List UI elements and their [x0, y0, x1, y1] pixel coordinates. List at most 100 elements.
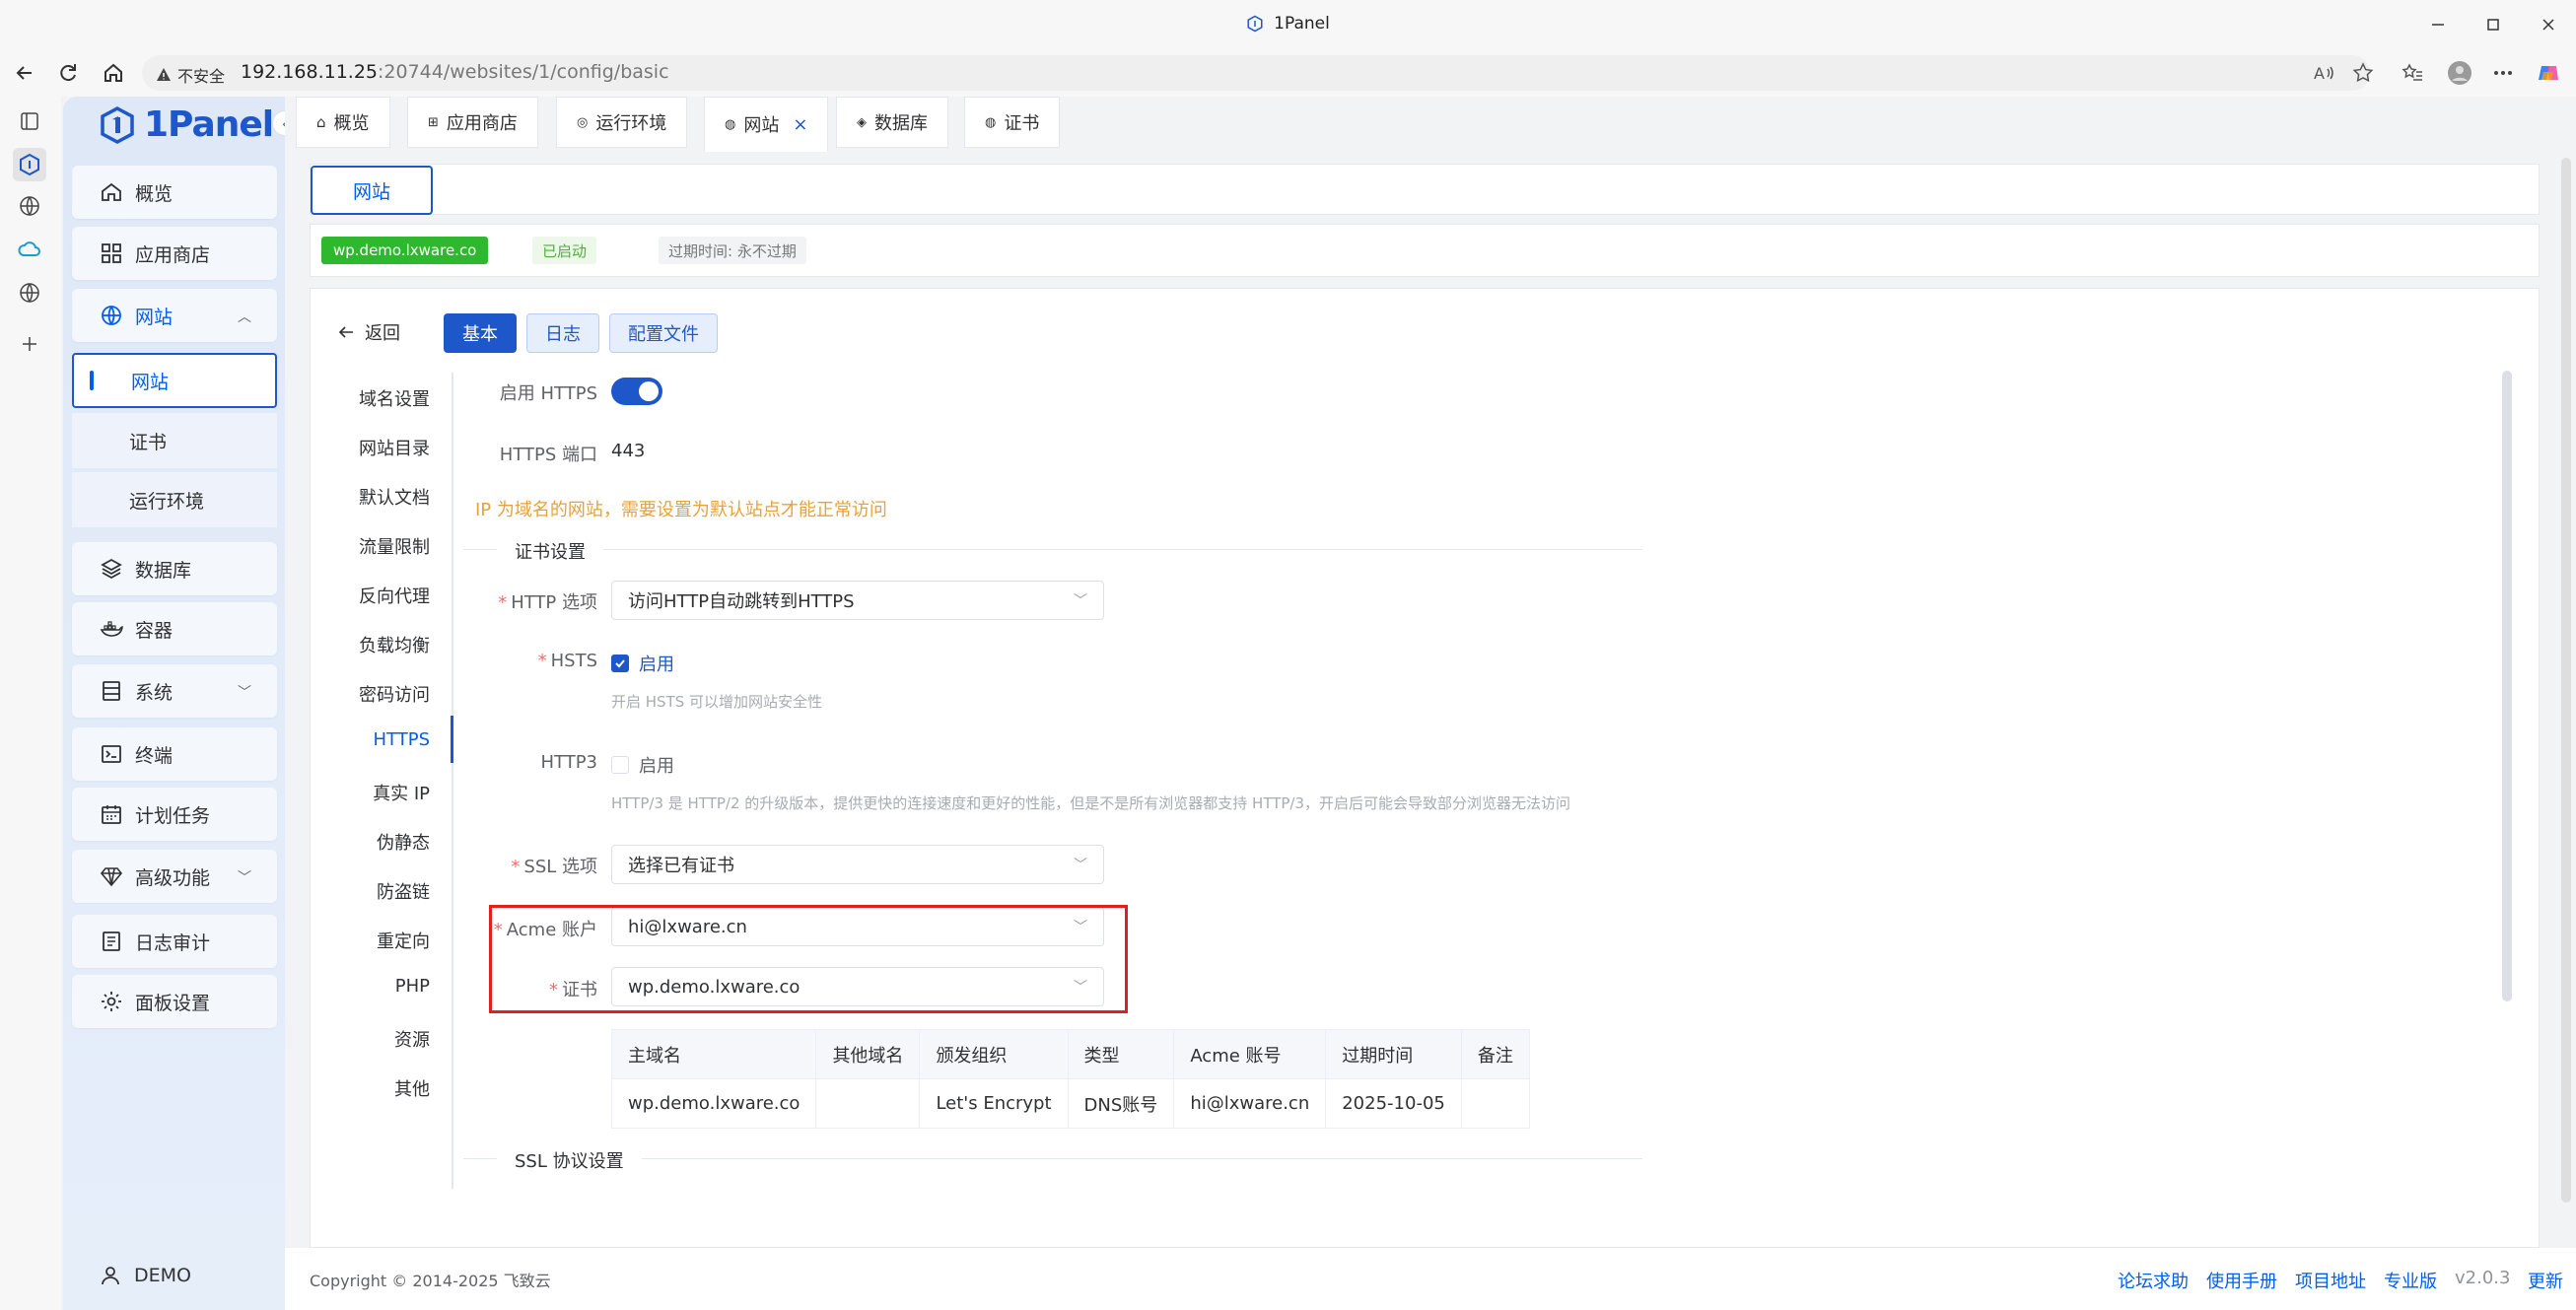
- arrow-left-icon: [338, 326, 353, 338]
- content-scrollbar[interactable]: [2502, 371, 2512, 1001]
- back-arrow-icon[interactable]: [12, 60, 37, 86]
- site-header-tab[interactable]: 网站: [311, 166, 433, 215]
- sidebar-item-website[interactable]: 网站 ︿: [72, 289, 277, 342]
- footer-link-forum[interactable]: 论坛求助: [2118, 1268, 2189, 1293]
- http-option-select[interactable]: 访问HTTP自动跳转到HTTPS ﹀: [611, 581, 1104, 620]
- highlight-box: [489, 905, 1128, 1013]
- log-icon: [103, 931, 120, 951]
- menu-resource[interactable]: 资源: [331, 1026, 430, 1052]
- more-options-icon[interactable]: [2490, 60, 2516, 86]
- sidebar-item-terminal[interactable]: 终端: [72, 727, 277, 781]
- new-tab-plus-icon[interactable]: [17, 331, 42, 357]
- chevron-up-icon: ︿: [238, 310, 251, 325]
- 1panel-tab-icon[interactable]: [13, 148, 46, 181]
- sidebar-item-cron[interactable]: 计划任务: [72, 788, 277, 841]
- menu-default-doc[interactable]: 默认文档: [331, 484, 430, 510]
- tab-appstore[interactable]: ⊞ 应用商店: [407, 97, 538, 148]
- menu-https[interactable]: HTTPS: [331, 729, 431, 750]
- chevron-down-icon: ﹀: [1074, 858, 1087, 873]
- tab-runtime[interactable]: ◎ 运行环境: [556, 97, 688, 148]
- cloud-tab-icon[interactable]: [17, 237, 42, 262]
- sidebar-item-settings[interactable]: 面板设置: [72, 975, 277, 1028]
- ssl-option-select[interactable]: 选择已有证书 ﹀: [611, 845, 1104, 884]
- browser-vertical-bar: [0, 97, 61, 1310]
- https-port-label: HTTPS 端口: [499, 445, 597, 465]
- favorite-star-icon[interactable]: [2350, 60, 2376, 86]
- checkbox-empty-icon: [611, 756, 629, 774]
- col-type: 类型: [1067, 1029, 1175, 1079]
- menu-other[interactable]: 其他: [331, 1075, 430, 1101]
- reload-icon[interactable]: [55, 60, 81, 86]
- sidebar-sub-website[interactable]: 网站: [72, 353, 277, 408]
- terminal-icon: [102, 745, 121, 763]
- site-info-card: [310, 224, 2540, 277]
- checkbox-checked-icon: [611, 655, 629, 672]
- menu-rewrite[interactable]: 伪静态: [331, 829, 430, 855]
- sidebar-item-system[interactable]: 系统 ﹀: [72, 664, 277, 718]
- diamond-icon: [100, 867, 123, 887]
- enable-https-switch[interactable]: [611, 378, 662, 405]
- tab-panel-icon[interactable]: [17, 108, 42, 134]
- tab-website[interactable]: ◍ 网站 ×: [704, 97, 829, 152]
- http3-checkbox[interactable]: 启用: [611, 752, 674, 778]
- cell-issuer: Let's Encrypt: [919, 1078, 1069, 1129]
- chevron-down-icon: ﹀: [238, 685, 251, 701]
- update-link[interactable]: 更新: [2528, 1268, 2563, 1293]
- hsts-checkbox[interactable]: 启用: [611, 651, 674, 676]
- app-logo[interactable]: 1Panel: [101, 104, 274, 145]
- log-button[interactable]: 日志: [526, 313, 599, 353]
- enable-https-label: 启用 HTTPS: [499, 383, 597, 404]
- 1panel-logo-icon: [101, 105, 134, 144]
- basic-button[interactable]: 基本: [444, 313, 517, 353]
- favorites-list-icon[interactable]: [2400, 60, 2425, 86]
- close-window-icon[interactable]: [2536, 12, 2561, 37]
- page-scrollbar[interactable]: [2561, 158, 2571, 1203]
- globe-tab-icon-2[interactable]: [17, 280, 42, 306]
- domain-tag[interactable]: wp.demo.lxware.co: [321, 237, 489, 264]
- footer-link-project[interactable]: 项目地址: [2295, 1268, 2366, 1293]
- sidebar-item-appstore[interactable]: 应用商店: [72, 227, 277, 280]
- footer-link-manual[interactable]: 使用手册: [2206, 1268, 2277, 1293]
- home-browser-icon[interactable]: [101, 60, 126, 86]
- menu-rate-limit[interactable]: 流量限制: [331, 533, 430, 559]
- read-aloud-icon[interactable]: A: [2311, 60, 2336, 86]
- minimize-icon[interactable]: [2425, 12, 2451, 37]
- sidebar-item-container[interactable]: 容器: [72, 602, 277, 655]
- tab-overview[interactable]: ⌂ 概览: [296, 97, 390, 148]
- globe-tab-icon[interactable]: [17, 193, 42, 219]
- tab-certificate[interactable]: ◍ 证书: [964, 97, 1061, 148]
- maximize-icon[interactable]: [2480, 12, 2506, 37]
- grid-icon: [102, 243, 121, 263]
- cell-type: DNS账号: [1067, 1078, 1175, 1129]
- database-icon: ◈: [857, 114, 867, 130]
- user-menu[interactable]: DEMO: [99, 1264, 191, 1287]
- http-option-label: * HTTP 选项: [498, 592, 597, 613]
- sidebar-sub-certificate[interactable]: 证书: [72, 413, 277, 468]
- profile-avatar-icon[interactable]: [2447, 60, 2472, 86]
- col-other-domain: 其他域名: [815, 1029, 921, 1079]
- config-file-button[interactable]: 配置文件: [609, 313, 718, 353]
- sidebar-item-database[interactable]: 数据库: [72, 542, 277, 595]
- col-expire: 过期时间: [1325, 1029, 1462, 1079]
- cell-other-domain: [815, 1078, 921, 1129]
- col-acme-account: Acme 账号: [1173, 1029, 1327, 1079]
- sidebar-item-overview[interactable]: 概览: [72, 166, 277, 219]
- menu-real-ip[interactable]: 真实 IP: [331, 780, 430, 805]
- svg-text:A: A: [2314, 64, 2325, 83]
- security-warning[interactable]: 不安全: [156, 63, 225, 87]
- back-button[interactable]: 返回: [337, 319, 400, 345]
- url-text[interactable]: 192.168.11.25:20744/websites/1/config/ba…: [241, 61, 669, 83]
- menu-hotlink[interactable]: 防盗链: [331, 878, 430, 904]
- sidebar-sub-runtime[interactable]: 运行环境: [72, 472, 277, 527]
- sidebar-item-audit[interactable]: 日志审计: [72, 915, 277, 968]
- tab-close-icon[interactable]: ×: [793, 114, 807, 135]
- warning-icon: [157, 68, 171, 81]
- user-icon: [102, 1267, 119, 1285]
- ssl-protocol-title: SSL 协议设置: [497, 1147, 642, 1173]
- footer-link-pro[interactable]: 专业版: [2384, 1268, 2437, 1293]
- copilot-icon[interactable]: [2536, 60, 2561, 86]
- menu-password[interactable]: 密码访问: [331, 681, 430, 707]
- sidebar-item-advanced[interactable]: 高级功能 ﹀: [72, 850, 277, 903]
- tab-database[interactable]: ◈ 数据库: [836, 97, 948, 148]
- hsts-label: * HSTS: [537, 651, 597, 671]
